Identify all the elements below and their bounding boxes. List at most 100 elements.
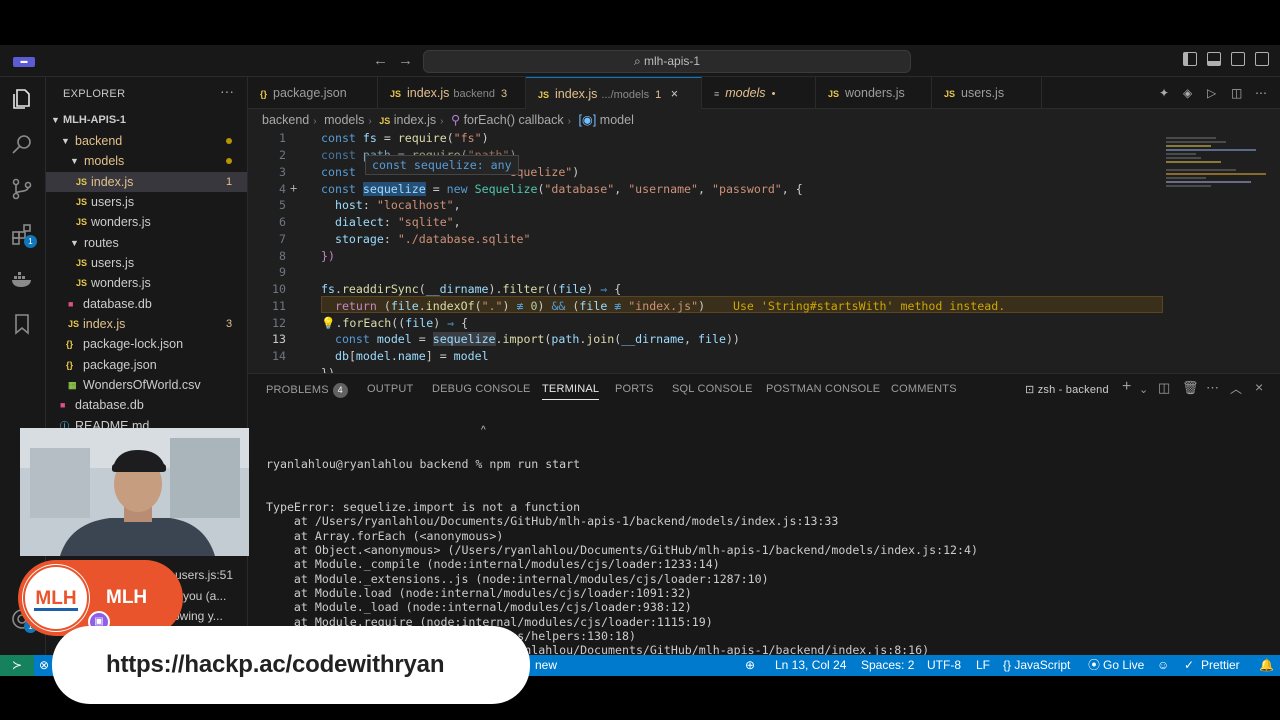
workspace-root[interactable]: ▼ MLH-APIS-1 xyxy=(46,110,247,130)
more-actions-icon[interactable]: ··· xyxy=(220,83,234,99)
breadcrumb-item[interactable]: model xyxy=(600,113,634,127)
js-file-icon: JS xyxy=(828,89,840,99)
encoding[interactable]: UTF-8 xyxy=(927,655,961,676)
pin-icon[interactable]: ✦ xyxy=(1159,86,1173,100)
tree-file-package-lock[interactable]: {} package-lock.json xyxy=(46,334,247,354)
line-number: 7 xyxy=(279,232,286,246)
indentation[interactable]: Spaces: 2 xyxy=(861,655,914,676)
split-editor-icon[interactable]: ◫ xyxy=(1231,86,1245,100)
remote-indicator[interactable]: ≻ xyxy=(0,655,34,676)
tab-models-index[interactable]: JS index.js .../models 1 × xyxy=(526,77,702,109)
new-terminal-icon[interactable]: + xyxy=(1122,378,1132,396)
breadcrumb-item[interactable]: models xyxy=(324,113,364,127)
js-file-icon: JS xyxy=(390,89,402,99)
line-number: 6 xyxy=(279,215,286,229)
toggle-sidebar-icon[interactable] xyxy=(1183,52,1197,66)
tab-comments[interactable]: COMMENTS xyxy=(891,383,957,395)
tab-users-js[interactable]: JS users.js xyxy=(932,77,1042,109)
zoom-icon[interactable]: ⊕ xyxy=(745,655,755,676)
tree-folder-backend[interactable]: ▼ backend xyxy=(46,131,247,151)
tab-postman-console[interactable]: POSTMAN CONSOLE xyxy=(766,383,880,395)
js-file-icon: JS xyxy=(76,177,88,187)
source-control-icon[interactable] xyxy=(10,177,34,201)
command-center-search[interactable]: ⌕ mlh-apis-1 xyxy=(423,50,911,73)
tree-file-routes-users[interactable]: JS users.js xyxy=(46,253,247,273)
notifications-icon[interactable]: 🔔 xyxy=(1259,655,1274,676)
customize-layout-icon[interactable] xyxy=(1255,52,1269,66)
run-icon[interactable]: ▷ xyxy=(1207,86,1221,100)
cursor-position[interactable]: Ln 13, Col 24 xyxy=(775,655,846,676)
toggle-panel-icon[interactable] xyxy=(1207,52,1221,66)
chevron-down-icon[interactable]: ⌄ xyxy=(1139,383,1148,396)
search-icon[interactable] xyxy=(10,132,34,156)
line-number: 8 xyxy=(279,249,286,263)
end-of-line[interactable]: LF xyxy=(976,655,990,676)
explorer-icon[interactable] xyxy=(10,87,34,111)
bookmark-icon[interactable] xyxy=(10,312,34,336)
tab-terminal[interactable]: TERMINAL xyxy=(542,383,600,400)
tree-file-csv[interactable]: ▦ WondersOfWorld.csv xyxy=(46,375,247,395)
line-number: 10 xyxy=(272,282,286,296)
forward-arrow-icon[interactable]: → xyxy=(398,52,413,69)
breadcrumb-item[interactable]: index.js xyxy=(394,113,436,127)
tab-backend-index[interactable]: JS index.js backend 3 xyxy=(378,77,526,109)
tree-folder-routes[interactable]: ▼ routes xyxy=(46,233,247,253)
url-banner: https://hackp.ac/codewithryan xyxy=(52,626,530,704)
split-terminal-icon[interactable]: ◫ xyxy=(1158,380,1170,396)
extensions-icon[interactable]: 1 xyxy=(10,222,37,248)
tab-models-folder[interactable]: ≡ models • xyxy=(702,77,816,109)
tree-file-routes-wonders[interactable]: JS wonders.js xyxy=(46,273,247,293)
trash-icon[interactable]: 🗑 xyxy=(1182,380,1199,396)
toggle-secondary-sidebar-icon[interactable] xyxy=(1231,52,1245,66)
go-live-button[interactable]: Go Live xyxy=(1103,655,1144,676)
code-line: const model = sequelize.import(path.join… xyxy=(334,332,740,346)
code-line: dialect: "sqlite", xyxy=(334,215,461,229)
prettier-button[interactable]: Prettier xyxy=(1201,655,1240,676)
tab-sql-console[interactable]: SQL CONSOLE xyxy=(672,383,753,395)
tab-problems[interactable]: PROBLEMS 4 xyxy=(266,383,348,398)
feedback-icon[interactable]: ☺ xyxy=(1157,655,1169,676)
code-line: fs.readdirSync(__dirname).filter((file) … xyxy=(321,282,622,296)
tab-output[interactable]: OUTPUT xyxy=(367,383,413,395)
code-line: 💡.forEach((file) ⇒ { xyxy=(321,316,469,330)
line-number: 12 xyxy=(272,316,286,330)
error-icon[interactable]: ⊗ xyxy=(39,655,49,676)
tab-wonders-js[interactable]: JS wonders.js xyxy=(816,77,932,109)
docker-icon[interactable] xyxy=(10,267,34,291)
tree-file-models-index[interactable]: JS index.js 1 xyxy=(46,172,247,192)
tab-debug-console[interactable]: DEBUG CONSOLE xyxy=(432,383,531,395)
more-actions-icon[interactable]: ⋯ xyxy=(1255,86,1269,100)
tab-ports[interactable]: PORTS xyxy=(615,383,654,395)
tree-file-backend-database[interactable]: ■ database.db xyxy=(46,294,247,314)
js-file-icon: JS xyxy=(538,90,550,100)
line-number: 5 xyxy=(279,198,286,212)
back-arrow-icon[interactable]: ← xyxy=(373,52,388,69)
tree-file-root-database[interactable]: ■ database.db xyxy=(46,395,247,415)
breadcrumb-item[interactable]: backend xyxy=(262,113,309,127)
code-editor[interactable]: 1 2 3 4 5 6 7 8 9 10 11 12 13 14 + const… xyxy=(248,131,1280,373)
add-comment-icon[interactable]: + xyxy=(290,181,297,195)
broadcast-icon[interactable]: ◈ xyxy=(1183,86,1197,100)
hover-tooltip: const sequelize: any xyxy=(365,155,519,175)
close-icon[interactable]: × xyxy=(671,87,678,101)
breadcrumb-item[interactable]: forEach() callback xyxy=(464,113,564,127)
terminal-error-line: at Array.forEach (<anonymous>) xyxy=(266,529,504,543)
editor-tabs: {} package.json JS index.js backend 3 JS inde… xyxy=(248,77,1280,109)
tree-file-models-wonders[interactable]: JS wonders.js xyxy=(46,212,247,232)
json-file-icon: {} xyxy=(66,360,74,370)
terminal-selector[interactable]: ⊡ zsh - backend xyxy=(1025,383,1109,396)
code-line: db[model.name] = model xyxy=(334,349,489,363)
tab-package-json[interactable]: {} package.json xyxy=(248,77,378,109)
js-file-icon: JS xyxy=(76,217,88,227)
tree-folder-models[interactable]: ▼ models xyxy=(46,151,247,171)
tree-file-package[interactable]: {} package.json xyxy=(46,355,247,375)
tree-file-models-users[interactable]: JS users.js xyxy=(46,192,247,212)
more-actions-icon[interactable]: ⋯ xyxy=(1206,380,1219,396)
minimap[interactable] xyxy=(1158,131,1273,373)
close-panel-icon[interactable]: × xyxy=(1255,379,1263,395)
terminal-icon: ⊡ xyxy=(1025,384,1038,396)
tree-file-backend-index[interactable]: JS index.js 3 xyxy=(46,314,247,334)
broadcast-icon: ⦿ xyxy=(1088,658,1101,672)
maximize-panel-icon[interactable]: ︿ xyxy=(1230,380,1242,397)
language-mode[interactable]: {} JavaScript xyxy=(1003,655,1070,676)
